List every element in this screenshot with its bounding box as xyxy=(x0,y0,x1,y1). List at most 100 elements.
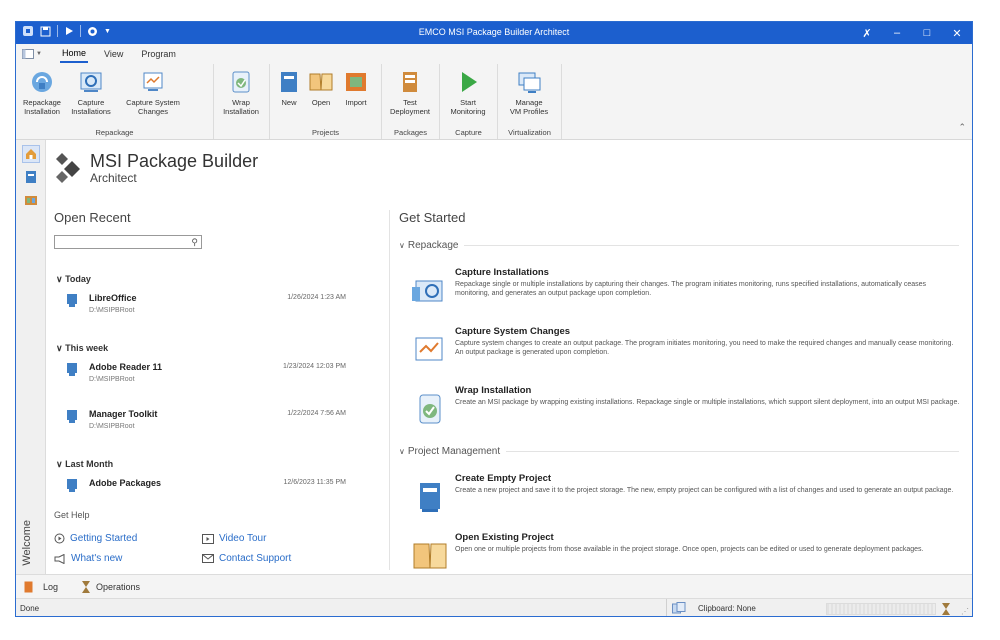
close-button[interactable]: ✕ xyxy=(942,22,972,44)
recent-item-path: D:\MSIPBRoot xyxy=(89,307,135,314)
welcome-page: MSI Package Builder Architect Open Recen… xyxy=(47,140,972,574)
ribbon-button-label: Repackage Installation xyxy=(23,98,61,116)
brand-text: MSI Package Builder Architect xyxy=(84,151,258,185)
recent-group-last-month[interactable]: ∨ Last Month xyxy=(56,459,113,470)
help-link-label: What's new xyxy=(71,553,123,564)
project-icon[interactable] xyxy=(22,168,40,186)
collapse-ribbon-icon[interactable]: ⌃ xyxy=(958,122,966,133)
ribbon-button-label: Manage VM Profiles xyxy=(509,98,549,116)
resize-grip-icon[interactable]: ⋰ xyxy=(961,607,969,616)
recent-item-date: 1/22/2024 7:56 AM xyxy=(287,410,346,417)
section-project-management[interactable]: ∨ Project Management xyxy=(399,446,959,457)
ribbon-group-projects: New Open Import Projects xyxy=(270,64,382,139)
video-icon xyxy=(202,533,214,544)
item-description: Open one or multiple projects from those… xyxy=(455,546,924,553)
window-controls: ✗ – □ ✕ xyxy=(852,22,972,44)
clipboard-status: Clipboard: None xyxy=(672,602,756,614)
mail-icon xyxy=(202,554,214,563)
app-window: ▼ EMCO MSI Package Builder Architect ✗ –… xyxy=(15,21,973,617)
section-divider xyxy=(464,245,959,246)
create-empty-project-item[interactable]: Create Empty Project Create a new projec… xyxy=(412,473,962,523)
ribbon-group-capture: Start Monitoring Capture xyxy=(440,64,498,139)
tab-home[interactable]: Home xyxy=(60,45,89,63)
ribbon-group-label: Repackage xyxy=(95,128,134,137)
item-title: Wrap Installation xyxy=(455,385,532,396)
repository-icon[interactable] xyxy=(22,191,40,209)
getting-started-link[interactable]: Getting Started xyxy=(54,533,137,544)
open-book-icon xyxy=(413,543,447,569)
recent-item-name: Adobe Reader 11 xyxy=(89,362,163,372)
recent-item[interactable]: Adobe Packages 12/6/2023 11:35 PM xyxy=(66,477,346,507)
megaphone-icon xyxy=(54,553,65,564)
tab-program[interactable]: Program xyxy=(139,46,178,62)
maximize-button[interactable]: □ xyxy=(912,22,942,44)
ribbon-group-label: Packages xyxy=(394,128,427,137)
capture-installations-item[interactable]: Capture Installations Repackage single o… xyxy=(412,267,962,317)
tab-log[interactable]: Log xyxy=(24,581,58,593)
item-title: Capture System Changes xyxy=(455,326,571,337)
column-divider xyxy=(389,210,390,570)
recent-group-label: Today xyxy=(65,274,91,284)
tab-view[interactable]: View xyxy=(102,46,125,62)
minimize-button[interactable]: – xyxy=(882,22,912,44)
ribbon-button-label: Start Monitoring xyxy=(450,98,486,116)
app-menu-button[interactable]: ▼ xyxy=(22,47,46,61)
recent-item[interactable]: LibreOffice D:\MSIPBRoot 1/26/2024 1:23 … xyxy=(66,292,346,322)
chevron-down-icon: ∨ xyxy=(399,241,405,250)
tab-label: Operations xyxy=(96,581,141,592)
tab-label: Log xyxy=(43,581,59,592)
recent-group-today[interactable]: ∨ Today xyxy=(56,274,91,285)
ribbon: Repackage Installation Capture Installat… xyxy=(16,64,972,140)
pin-icon[interactable]: ✗ xyxy=(852,22,882,44)
wrap-installation-button[interactable]: Wrap Installation xyxy=(217,66,265,139)
welcome-tab[interactable]: Welcome xyxy=(21,520,33,566)
get-started-heading: Get Started xyxy=(399,210,466,225)
ribbon-group-packages: Test Deployment Packages xyxy=(382,64,440,139)
ribbon-button-label: Capture System Changes xyxy=(126,98,180,116)
section-label: Repackage xyxy=(407,240,459,251)
ribbon-group-label: Projects xyxy=(311,128,340,137)
ribbon-button-label: Open xyxy=(311,98,331,107)
item-title: Open Existing Project xyxy=(455,532,554,543)
get-help-heading: Get Help xyxy=(54,510,90,520)
capture-system-changes-icon xyxy=(415,337,443,361)
recent-group-label: Last Month xyxy=(65,459,114,469)
ribbon-button-label: Import xyxy=(345,98,367,107)
ribbon-button-label: Test Deployment xyxy=(389,98,431,116)
recent-item-name: Adobe Packages xyxy=(89,478,162,488)
vm-profiles-icon xyxy=(518,72,541,93)
item-title: Create Empty Project xyxy=(455,473,552,484)
import-icon xyxy=(346,73,366,91)
recent-search-input[interactable]: ⚲ xyxy=(54,235,202,249)
tab-operations[interactable]: Operations xyxy=(82,580,141,593)
video-tour-link[interactable]: Video Tour xyxy=(202,533,266,544)
recent-group-label: This week xyxy=(65,343,109,353)
wrap-installation-item[interactable]: Wrap Installation Create an MSI package … xyxy=(412,385,962,435)
section-divider xyxy=(506,451,959,452)
ribbon-button-label: New xyxy=(281,98,297,107)
recent-item-path: D:\MSIPBRoot xyxy=(89,423,135,430)
ribbon-button-label: Wrap Installation xyxy=(223,98,259,116)
item-description: Capture system changes to create an outp… xyxy=(455,340,954,356)
app-menu-icon xyxy=(22,49,34,59)
section-repackage[interactable]: ∨ Repackage xyxy=(399,240,959,251)
log-icon xyxy=(24,581,33,592)
home-icon[interactable] xyxy=(21,145,40,163)
recent-item[interactable]: Manager Toolkit D:\MSIPBRoot 1/22/2024 7… xyxy=(66,408,346,438)
play-circle-icon xyxy=(54,533,65,544)
window-title: EMCO MSI Package Builder Architect xyxy=(418,27,570,37)
capture-system-changes-item[interactable]: Capture System Changes Capture system ch… xyxy=(412,326,962,376)
contact-support-link[interactable]: Contact Support xyxy=(202,553,291,564)
new-project-icon xyxy=(281,72,297,92)
whats-new-link[interactable]: What's new xyxy=(54,553,122,564)
play-icon xyxy=(462,72,477,92)
ribbon-group-label: Capture xyxy=(455,128,482,137)
help-link-label: Video Tour xyxy=(219,533,267,544)
recent-item-date: 12/6/2023 11:35 PM xyxy=(283,479,346,486)
project-file-icon xyxy=(67,479,77,492)
ribbon-group-label: Virtualization xyxy=(508,128,551,137)
product-edition: Architect xyxy=(90,171,137,185)
recent-group-this-week[interactable]: ∨ This week xyxy=(56,343,108,354)
wrap-installation-icon xyxy=(419,394,441,424)
recent-item[interactable]: Adobe Reader 11 D:\MSIPBRoot 1/23/2024 1… xyxy=(66,361,346,391)
